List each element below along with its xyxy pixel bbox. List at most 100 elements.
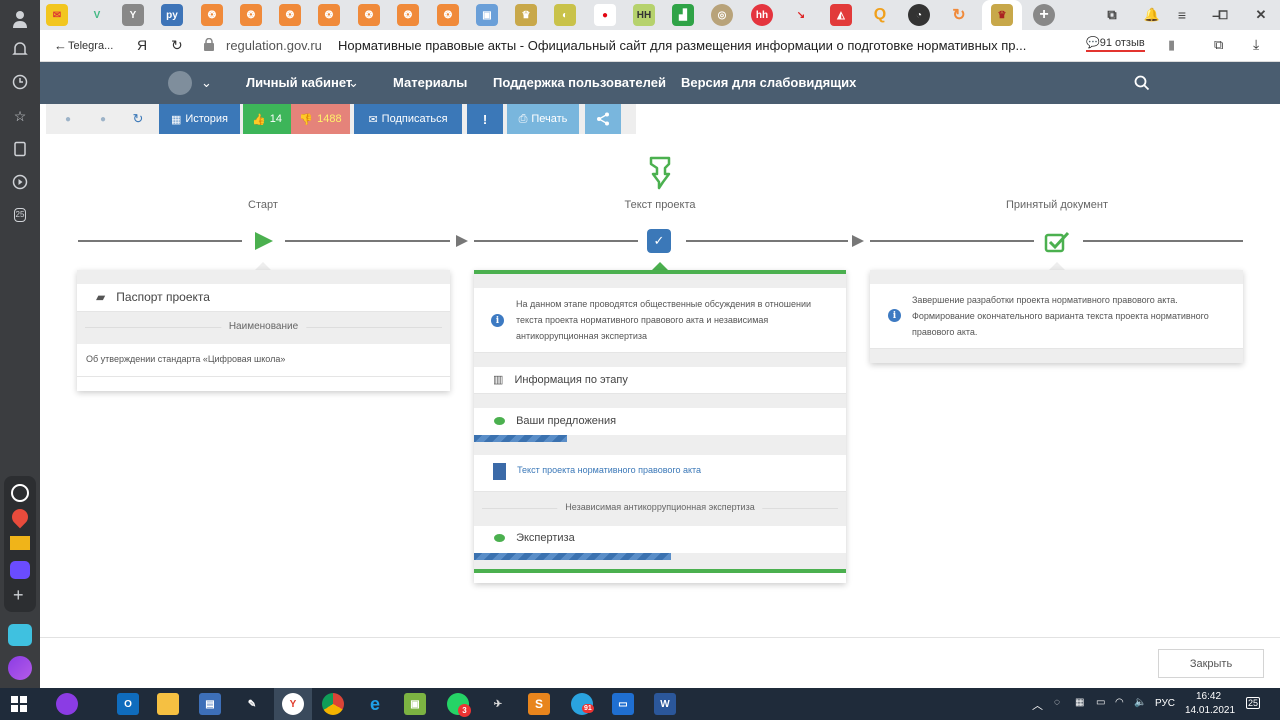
bell-icon[interactable] xyxy=(9,38,31,60)
send-icon[interactable] xyxy=(8,624,32,646)
tray-language[interactable]: РУС xyxy=(1155,698,1175,709)
yandex-logo[interactable]: Я xyxy=(137,37,147,53)
dislike-button[interactable]: 👎 1488 xyxy=(291,104,350,134)
tab-python-icon[interactable]: py xyxy=(161,4,183,26)
refresh-icon[interactable]: ↻ xyxy=(124,104,152,134)
new-tab-icon[interactable]: + xyxy=(1033,4,1055,26)
explorer-icon[interactable] xyxy=(157,693,179,715)
alert-icon[interactable]: ! xyxy=(467,104,503,134)
messenger-icon[interactable] xyxy=(10,561,30,579)
tab-hh-green-icon[interactable]: HH xyxy=(633,4,655,26)
share-icon[interactable] xyxy=(585,104,621,134)
tray-people-icon[interactable]: ◌ xyxy=(1054,697,1060,708)
history-icon[interactable] xyxy=(9,71,31,93)
tab-yandex-icon[interactable]: Y xyxy=(122,4,144,26)
url-domain[interactable]: regulation.gov.ru xyxy=(226,38,322,53)
reviews-badge[interactable]: 💬91 отзыв xyxy=(1086,36,1145,52)
back-arrow-icon[interactable]: ← xyxy=(54,38,67,53)
cabinet-chevron-icon[interactable]: ⌄ xyxy=(348,75,359,91)
map-pin-icon[interactable] xyxy=(8,505,32,529)
skype-icon[interactable]: S xyxy=(528,693,550,715)
subscribe-button[interactable]: ✉ Подписаться xyxy=(354,104,462,134)
next-icon[interactable]: ● xyxy=(89,104,117,134)
tab-loop-icon[interactable]: ↻ xyxy=(948,4,970,26)
play-icon[interactable] xyxy=(9,171,31,193)
outlook-icon[interactable]: O xyxy=(117,693,139,715)
android-icon[interactable]: ▣ xyxy=(404,693,426,715)
tabs-overview-icon[interactable]: ⧉ xyxy=(1101,4,1123,26)
bookmark-icon[interactable]: ▮ xyxy=(1168,37,1175,53)
notification-count[interactable]: 25 xyxy=(1246,697,1261,709)
expertise-row[interactable]: Экспертиза xyxy=(474,526,846,553)
alice-taskbar-icon[interactable] xyxy=(56,693,78,715)
tab-vue-icon[interactable]: V xyxy=(86,4,108,26)
tab-mail-icon[interactable]: ✉ xyxy=(46,4,68,26)
download-icon[interactable]: ⤓ xyxy=(1253,36,1259,53)
store-icon[interactable]: ▤ xyxy=(199,693,221,715)
nav-accessibility[interactable]: Версия для слабовидящих xyxy=(681,75,856,90)
star-icon[interactable]: ☆ xyxy=(9,105,31,127)
tab-site-icon[interactable]: ◐ xyxy=(554,4,576,26)
restore-icon[interactable]: ⧠ xyxy=(1212,4,1234,26)
windows-start-icon[interactable] xyxy=(8,693,30,715)
proposals-row[interactable]: Ваши предложения xyxy=(474,408,846,435)
checkbox-checked-icon[interactable] xyxy=(1044,231,1070,258)
remote-desktop-icon[interactable]: ▭ xyxy=(612,693,634,715)
tab-red-icon[interactable]: ◭ xyxy=(830,4,852,26)
tab-orange-icon[interactable]: ❂ xyxy=(437,4,459,26)
document-link-row[interactable]: Текст проекта нормативного правового акт… xyxy=(474,455,846,492)
nav-materials[interactable]: Материалы xyxy=(393,75,467,90)
tab-arrow-icon[interactable]: ↘ xyxy=(790,4,812,26)
calendar-icon[interactable]: 25 xyxy=(9,204,31,226)
tray-app-icon[interactable]: ▦ xyxy=(1075,697,1084,708)
tab-orange-icon[interactable]: ❂ xyxy=(279,4,301,26)
tray-wifi-icon[interactable]: ◠ xyxy=(1115,697,1124,708)
menu-icon[interactable]: ≡ xyxy=(1171,4,1193,26)
profile-icon[interactable] xyxy=(9,8,31,30)
network-app-icon[interactable]: ✈ xyxy=(487,693,509,715)
yandex-browser-taskbar[interactable]: Y xyxy=(274,688,312,720)
alice-record-icon[interactable] xyxy=(11,484,29,502)
nav-cabinet[interactable]: Личный кабинет xyxy=(246,75,352,90)
tab-image-icon[interactable]: ▣ xyxy=(476,4,498,26)
tab-chart-icon[interactable]: ▟ xyxy=(672,4,694,26)
tray-time[interactable]: 16:42 xyxy=(1196,691,1221,702)
print-button[interactable]: ⎙ Печать xyxy=(507,104,579,134)
search-icon[interactable] xyxy=(1134,75,1150,96)
tray-chevron-icon[interactable]: ︿ xyxy=(1032,697,1043,713)
passport-row[interactable]: ▰ Паспорт проекта xyxy=(77,284,450,312)
tray-date[interactable]: 14.01.2021 xyxy=(1185,705,1235,716)
tab-vodafone-icon[interactable]: ● xyxy=(594,4,616,26)
edge-icon[interactable]: e xyxy=(364,693,386,715)
prev-icon[interactable]: ● xyxy=(54,104,82,134)
tab-orange-icon[interactable]: ❂ xyxy=(318,4,340,26)
back-label[interactable]: Telegra... xyxy=(68,40,113,52)
nav-support[interactable]: Поддержка пользователей xyxy=(493,75,666,90)
tab-coin-icon[interactable]: ◎ xyxy=(711,4,733,26)
collections-add-icon[interactable]: ⧉ xyxy=(1214,37,1223,53)
close-button[interactable]: Закрыть xyxy=(1158,649,1264,678)
document-link[interactable]: Текст проекта нормативного правового акт… xyxy=(517,465,701,475)
tray-network-icon[interactable]: ▭ xyxy=(1096,697,1105,708)
collections-icon[interactable] xyxy=(9,138,31,160)
telegram-icon[interactable]: 91 xyxy=(571,693,594,715)
tab-orange-icon[interactable]: ❂ xyxy=(240,4,262,26)
stage-info-row[interactable]: ▥ Информация по этапу xyxy=(474,367,846,394)
bookmarks-bell-icon[interactable]: 🔔 xyxy=(1141,4,1163,26)
add-app-icon[interactable]: + xyxy=(13,586,24,604)
alice-icon[interactable] xyxy=(8,656,32,680)
logo-chevron-icon[interactable]: ⌄ xyxy=(201,75,212,91)
mail-icon[interactable] xyxy=(10,536,30,550)
history-button[interactable]: ▦ История xyxy=(159,104,240,134)
start-play-icon[interactable] xyxy=(255,232,273,250)
tray-volume-icon[interactable]: 🔈 xyxy=(1134,697,1146,708)
document-check-icon[interactable]: ✓ xyxy=(647,229,671,253)
tab-clock-icon[interactable]: ◔ xyxy=(908,4,930,26)
whatsapp-icon[interactable]: 3 xyxy=(447,693,471,717)
tab-active[interactable]: ♛ xyxy=(982,0,1022,30)
chrome-icon[interactable] xyxy=(322,693,344,715)
tab-orange-icon[interactable]: ❂ xyxy=(397,4,419,26)
tab-emblem-icon[interactable]: ♛ xyxy=(515,4,537,26)
tab-hh-icon[interactable]: hh xyxy=(751,4,773,26)
notes-icon[interactable]: ✎ xyxy=(241,693,263,715)
